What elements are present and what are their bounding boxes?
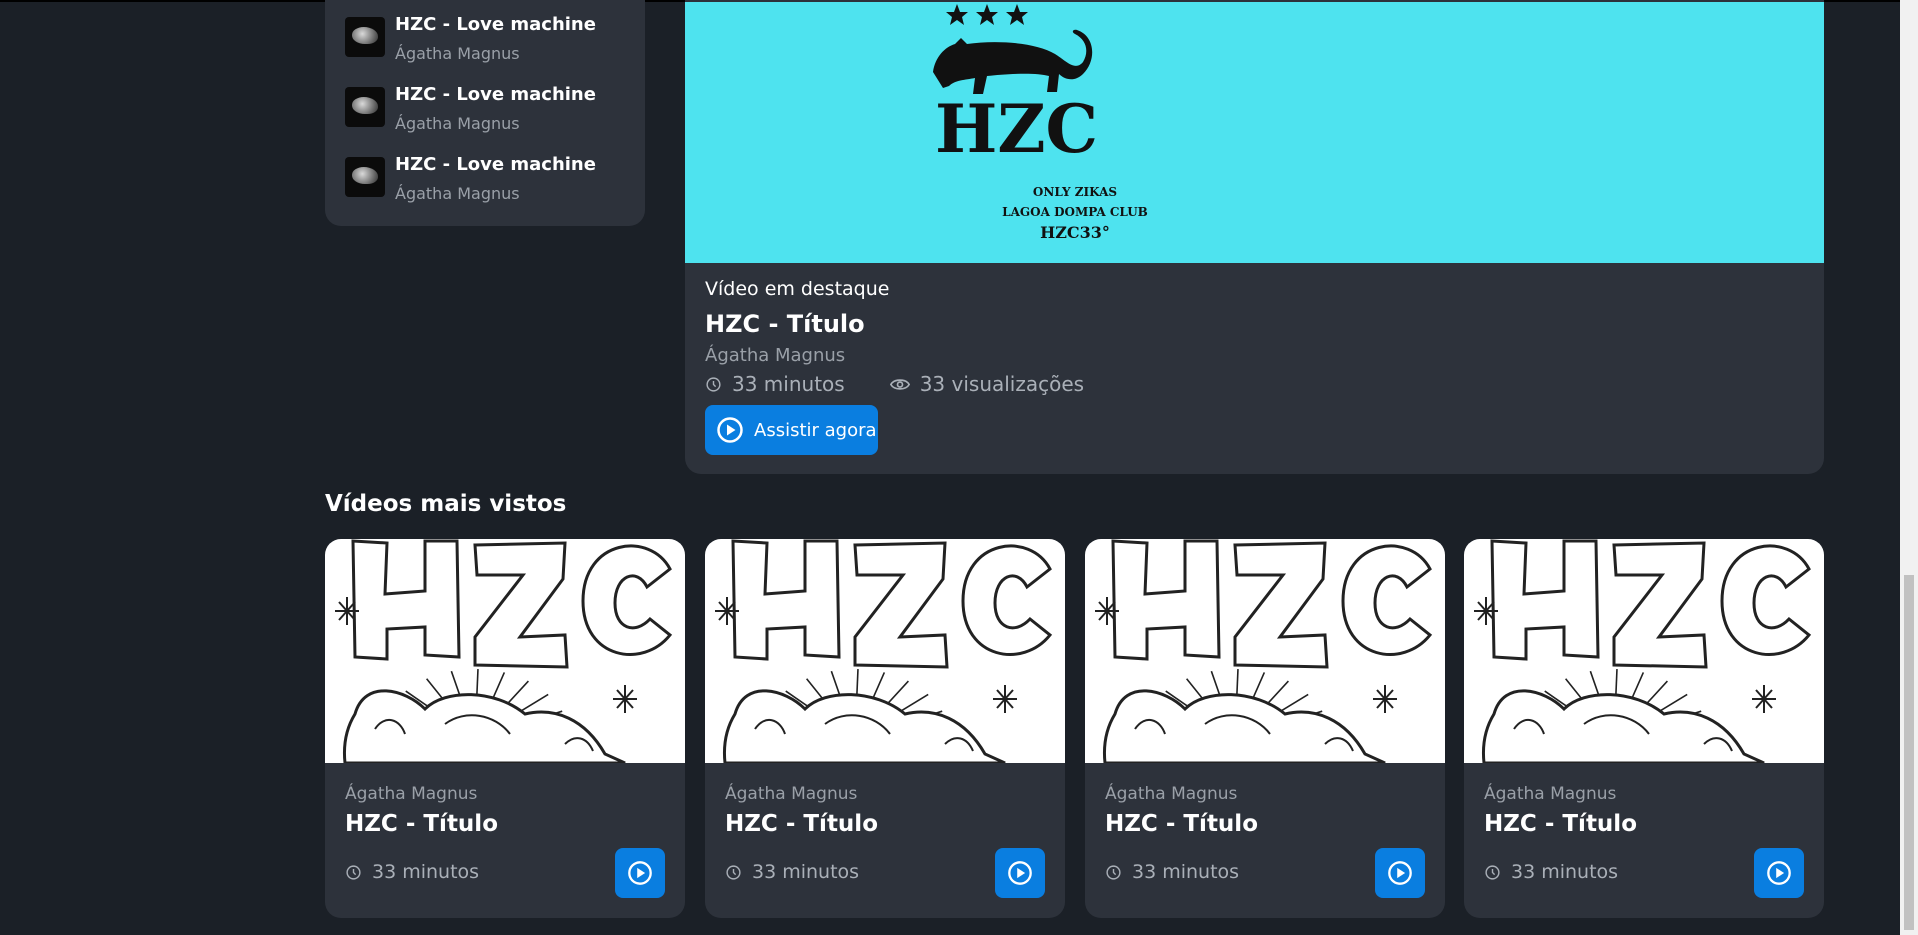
clock-icon <box>1106 864 1121 880</box>
hzc-panther-logo: HZC ONLY ZIKAS LAGOA DOMPA CLUB HZC33° <box>933 4 1148 242</box>
watch-now-button[interactable]: Assistir agora <box>705 405 878 455</box>
video-card-title: HZC - Título <box>1484 811 1637 837</box>
hero-logo-brand: HZC <box>935 90 1098 168</box>
video-card-author: Ágatha Magnus <box>1105 784 1238 804</box>
playlist-item[interactable]: HZC - Love machine Ágatha Magnus <box>345 14 635 77</box>
play-circle-icon <box>1008 861 1032 885</box>
hzc-sketch-art <box>1474 539 1812 765</box>
featured-video-thumbnail[interactable]: HZC ONLY ZIKAS LAGOA DOMPA CLUB HZC33° <box>685 2 1824 263</box>
video-card-author: Ágatha Magnus <box>725 784 858 804</box>
clock-icon <box>706 376 721 392</box>
video-card[interactable]: Ágatha Magnus HZC - Título 33 minutos <box>1085 539 1445 918</box>
video-card-meta: 33 minutos <box>1484 861 1618 883</box>
playlist-item[interactable]: HZC - Love machine Ágatha Magnus <box>345 154 635 217</box>
video-card-title: HZC - Título <box>725 811 878 837</box>
video-card-duration: 33 minutos <box>1132 861 1240 883</box>
video-card-title: HZC - Título <box>1105 811 1258 837</box>
featured-title: HZC - Título <box>705 310 865 338</box>
play-circle-icon <box>1388 861 1412 885</box>
featured-duration: 33 minutos <box>732 372 845 396</box>
video-thumbnail[interactable] <box>1085 539 1445 765</box>
featured-video-card: HZC ONLY ZIKAS LAGOA DOMPA CLUB HZC33° V… <box>685 0 1824 474</box>
playlist-thumbnail <box>345 17 385 57</box>
playlist-item-author: Ágatha Magnus <box>395 44 520 63</box>
featured-author: Ágatha Magnus <box>705 345 846 366</box>
playlist-item-title: HZC - Love machine <box>395 14 596 35</box>
play-circle-icon <box>1767 861 1791 885</box>
play-circle-icon <box>628 861 652 885</box>
clock-icon <box>346 864 361 880</box>
most-viewed-title: Vídeos mais vistos <box>325 491 567 517</box>
video-card-duration: 33 minutos <box>1511 861 1619 883</box>
video-thumbnail[interactable] <box>705 539 1065 765</box>
playlist-item[interactable]: HZC - Love machine Ágatha Magnus <box>345 84 635 147</box>
playlist-thumbnail <box>345 87 385 127</box>
hero-logo-line1: ONLY ZIKAS <box>1033 185 1117 199</box>
watch-now-label: Assistir agora <box>754 419 877 441</box>
play-button[interactable] <box>995 848 1045 898</box>
hzc-sketch-art <box>715 539 1053 765</box>
playlist-panel: HZC - Love machine Ágatha Magnus HZC - L… <box>325 0 645 226</box>
video-card[interactable]: Ágatha Magnus HZC - Título 33 minutos <box>705 539 1065 918</box>
play-button[interactable] <box>615 848 665 898</box>
scrollbar-thumb[interactable] <box>1904 575 1914 930</box>
video-card-title: HZC - Título <box>345 811 498 837</box>
video-card-author: Ágatha Magnus <box>345 784 478 804</box>
play-button[interactable] <box>1375 848 1425 898</box>
featured-label: Vídeo em destaque <box>705 278 890 300</box>
hzc-sketch-art <box>335 539 673 765</box>
playlist-item-author: Ágatha Magnus <box>395 114 520 133</box>
video-card-meta: 33 minutos <box>1105 861 1239 883</box>
playlist-item-title: HZC - Love machine <box>395 154 596 175</box>
video-thumbnail[interactable] <box>325 539 685 765</box>
featured-meta: 33 minutos 33 visualizações <box>705 372 1129 396</box>
video-card-author: Ágatha Magnus <box>1484 784 1617 804</box>
video-card[interactable]: Ágatha Magnus HZC - Título 33 minutos <box>1464 539 1824 918</box>
featured-views: 33 visualizações <box>919 372 1085 396</box>
clock-icon <box>1485 864 1500 880</box>
playlist-item-author: Ágatha Magnus <box>395 184 520 203</box>
playlist-thumbnail <box>345 157 385 197</box>
page-scrollbar[interactable] <box>1900 0 1918 935</box>
eye-icon <box>889 378 910 390</box>
video-card[interactable]: Ágatha Magnus HZC - Título 33 minutos <box>325 539 685 918</box>
hero-logo-line2: LAGOA DOMPA CLUB <box>1002 205 1148 219</box>
playlist-item-title: HZC - Love machine <box>395 84 596 105</box>
clock-icon <box>726 864 741 880</box>
video-card-meta: 33 minutos <box>725 861 859 883</box>
hzc-sketch-art <box>1095 539 1433 765</box>
video-card-duration: 33 minutos <box>752 861 860 883</box>
play-circle-icon <box>717 417 743 443</box>
play-button[interactable] <box>1754 848 1804 898</box>
video-thumbnail[interactable] <box>1464 539 1824 765</box>
video-card-duration: 33 minutos <box>372 861 480 883</box>
video-card-meta: 33 minutos <box>345 861 479 883</box>
hero-logo-line3: HZC33° <box>1040 223 1110 242</box>
